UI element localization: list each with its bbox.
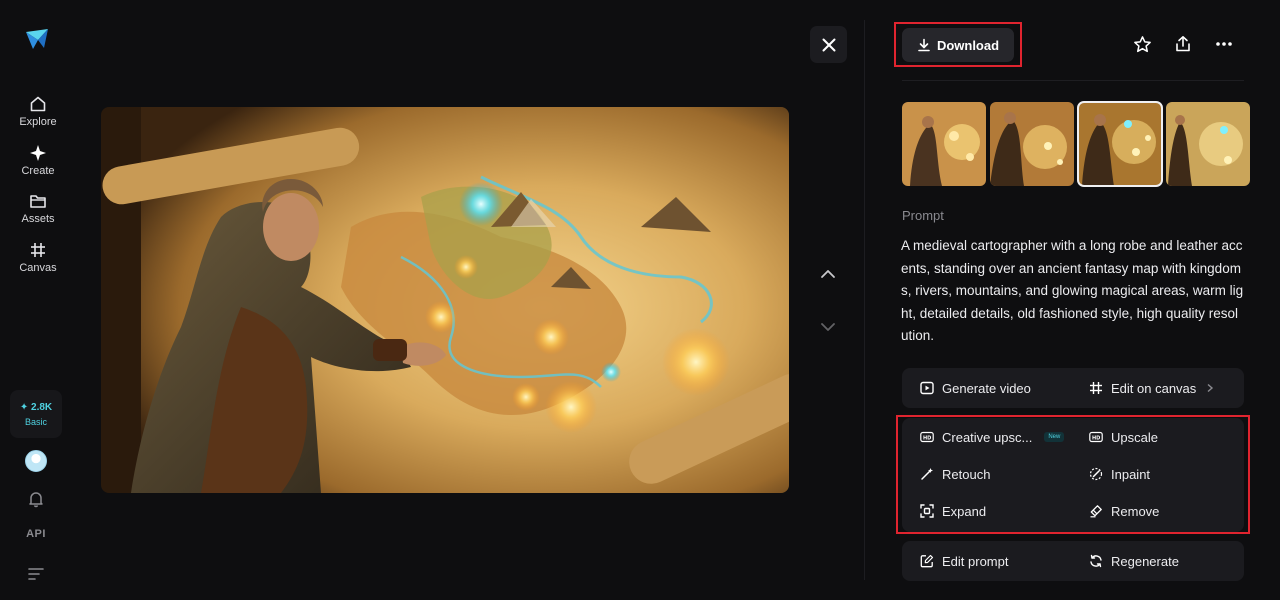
thumbnail-2[interactable] (990, 102, 1074, 186)
thumbnail-1[interactable] (902, 102, 986, 186)
creative-upscale-button[interactable]: HD Creative upsc... New (920, 427, 1065, 447)
expand-label: Expand (942, 503, 987, 519)
bell-icon[interactable] (27, 490, 45, 508)
generate-video-button[interactable]: Generate video (920, 378, 1031, 398)
remove-button[interactable]: Remove (1089, 501, 1159, 521)
panel-divider (864, 20, 865, 580)
edit-pencil-icon (920, 554, 934, 568)
remove-label: Remove (1111, 503, 1160, 519)
prompt-label: Prompt (902, 208, 944, 223)
home-icon (28, 94, 48, 114)
sidebar-item-assets[interactable]: Assets (8, 191, 68, 233)
credits-badge[interactable]: ✦ 2.8K Basic (10, 390, 62, 438)
credits-amount: ✦ 2.8K (19, 401, 53, 413)
chevron-right-icon (1207, 383, 1214, 393)
sidebar-item-explore[interactable]: Explore (8, 94, 68, 136)
hd-icon: HD (1089, 430, 1103, 444)
edit-prompt-button[interactable]: Edit prompt (920, 551, 1008, 571)
close-button[interactable] (810, 26, 847, 63)
share-button[interactable] (1173, 34, 1193, 54)
sidebar-item-label: Assets (21, 213, 55, 225)
retouch-button[interactable]: Retouch (920, 464, 990, 484)
share-icon (1176, 35, 1190, 52)
canvas-grid-icon (28, 240, 48, 260)
more-dots-icon (1216, 42, 1232, 46)
logo-icon[interactable] (24, 26, 50, 52)
thumbnail-3-selected[interactable] (1077, 101, 1163, 187)
new-badge: New (1044, 432, 1065, 442)
creative-upscale-label: Creative upsc... (942, 429, 1033, 445)
generate-video-label: Generate video (942, 380, 1031, 396)
svg-text:HD: HD (923, 436, 931, 442)
previous-image-arrow[interactable] (818, 264, 838, 284)
edit-prompt-label: Edit prompt (942, 553, 1009, 569)
sidebar-item-canvas[interactable]: Canvas (8, 240, 68, 282)
expand-frame-icon (920, 504, 934, 518)
sidebar-item-create[interactable]: Create (8, 143, 68, 185)
edit-on-canvas-button[interactable]: Edit on canvas (1089, 378, 1214, 398)
thumbnail-4[interactable] (1166, 102, 1250, 186)
folder-icon (28, 191, 48, 211)
menu-icon[interactable] (28, 567, 44, 581)
left-sidebar: Explore Create Assets Canvas ✦ 2.8K Basi… (0, 0, 76, 600)
svg-text:HD: HD (1092, 436, 1100, 442)
hd-plus-icon: HD (920, 430, 934, 444)
regenerate-button[interactable]: Regenerate (1089, 551, 1179, 571)
avatar[interactable] (25, 450, 47, 472)
sparkle-icon (28, 143, 48, 163)
inpaint-button[interactable]: Inpaint (1089, 464, 1150, 484)
close-icon (822, 38, 835, 51)
api-link[interactable]: API (20, 528, 52, 540)
download-label: Download (936, 37, 1000, 53)
video-play-icon (920, 381, 934, 395)
plan-label: Basic (24, 416, 47, 427)
download-button[interactable]: Download (902, 28, 1014, 62)
inpaint-brush-icon (1089, 467, 1103, 481)
prompt-text: A medieval cartographer with a long robe… (901, 238, 1244, 343)
cartographer-map-image (101, 107, 789, 493)
upscale-label: Upscale (1111, 429, 1158, 445)
retouch-label: Retouch (942, 466, 991, 482)
next-image-arrow[interactable] (818, 317, 838, 337)
header-divider (902, 80, 1244, 81)
regenerate-label: Regenerate (1111, 553, 1179, 569)
upscale-button[interactable]: HD Upscale (1089, 427, 1158, 447)
magic-wand-icon (920, 467, 934, 481)
canvas-grid-icon (1089, 381, 1103, 395)
refresh-icon (1089, 554, 1103, 568)
inpaint-label: Inpaint (1111, 466, 1151, 482)
image-viewer: Explore Create Assets Canvas ✦ 2.8K Basi… (0, 0, 1280, 600)
star-icon (1133, 35, 1151, 52)
sidebar-item-label: Create (21, 165, 55, 177)
generated-image (101, 107, 789, 493)
more-options-button[interactable] (1214, 34, 1234, 54)
eraser-icon (1089, 504, 1103, 518)
expand-button[interactable]: Expand (920, 501, 986, 521)
favorite-button[interactable] (1132, 34, 1152, 54)
edit-on-canvas-label: Edit on canvas (1111, 380, 1197, 396)
sidebar-item-label: Canvas (19, 262, 57, 274)
download-icon (918, 38, 930, 52)
sidebar-item-label: Explore (19, 116, 57, 128)
